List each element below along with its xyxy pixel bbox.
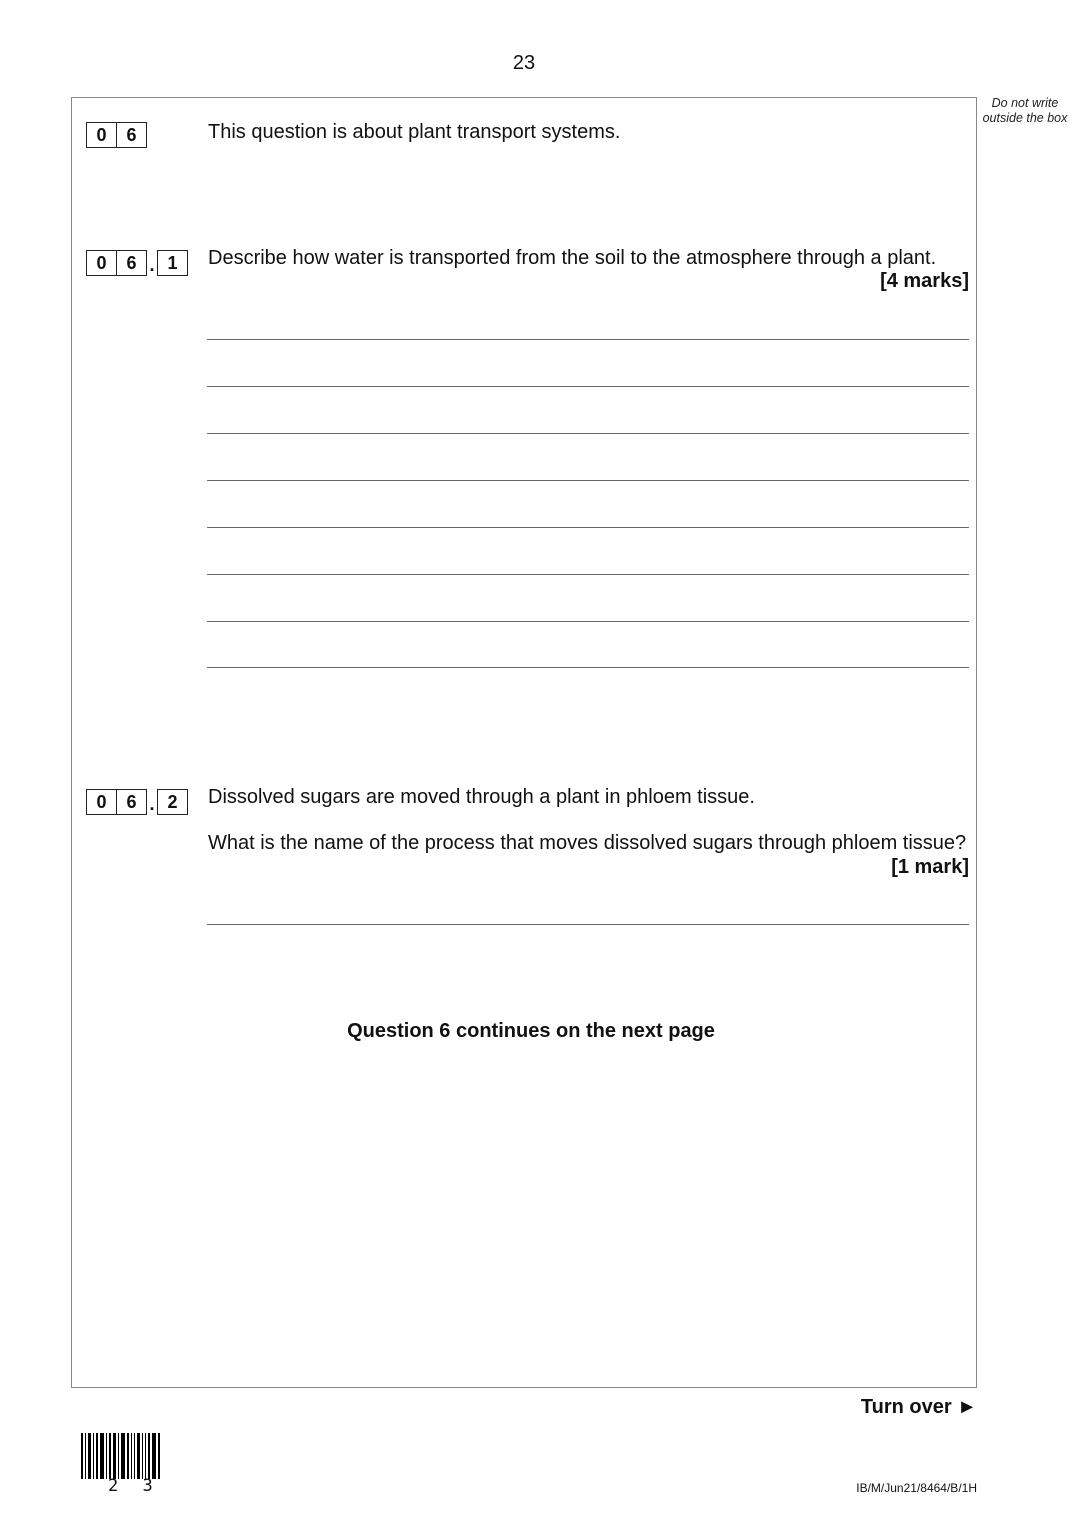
question-digit: 0 <box>96 253 107 273</box>
question-06-1-text: Describe how water is transported from t… <box>208 247 937 269</box>
question-digit: 6 <box>116 251 146 275</box>
question-intro: This question is about plant transport s… <box>208 121 621 143</box>
turn-over-label: Turn over ► <box>860 1396 977 1418</box>
number-separator: . <box>149 794 155 814</box>
question-number: 0 6 <box>86 122 147 148</box>
marks-06-1: [4 marks] <box>880 270 969 292</box>
subquestion-number-06-2: 0 6 . 2 <box>86 788 188 816</box>
question-06-2-lead: Dissolved sugars are moved through a pla… <box>208 786 755 808</box>
subquestion-digit: 1 <box>167 253 178 273</box>
answer-line[interactable] <box>207 621 969 622</box>
number-separator: . <box>149 255 155 275</box>
answer-line[interactable] <box>207 667 969 668</box>
answer-frame <box>71 97 977 1388</box>
question-06-2-text: What is the name of the process that mov… <box>208 832 967 854</box>
subquestion-number-06-1: 0 6 . 1 <box>86 249 188 277</box>
marks-06-2: [1 mark] <box>891 856 969 878</box>
paper-code: IB/M/Jun21/8464/B/1H <box>856 1481 977 1495</box>
question-digit: 0 <box>96 792 107 812</box>
answer-line[interactable] <box>207 480 969 481</box>
answer-line[interactable] <box>207 386 969 387</box>
question-digit: 0 <box>96 125 107 145</box>
barcode-number: 2 3 <box>108 1476 160 1496</box>
page-number: 23 <box>512 52 536 74</box>
answer-line[interactable] <box>207 574 969 575</box>
answer-line[interactable] <box>207 339 969 340</box>
margin-note: Do not write outside the box <box>982 96 1068 125</box>
barcode <box>81 1433 179 1479</box>
answer-line[interactable] <box>207 527 969 528</box>
answer-line[interactable] <box>207 924 969 925</box>
question-digit: 6 <box>116 790 146 814</box>
question-digit: 6 <box>116 123 146 147</box>
subquestion-digit: 2 <box>167 792 178 812</box>
answer-line[interactable] <box>207 433 969 434</box>
continues-note: Question 6 continues on the next page <box>347 1020 715 1042</box>
